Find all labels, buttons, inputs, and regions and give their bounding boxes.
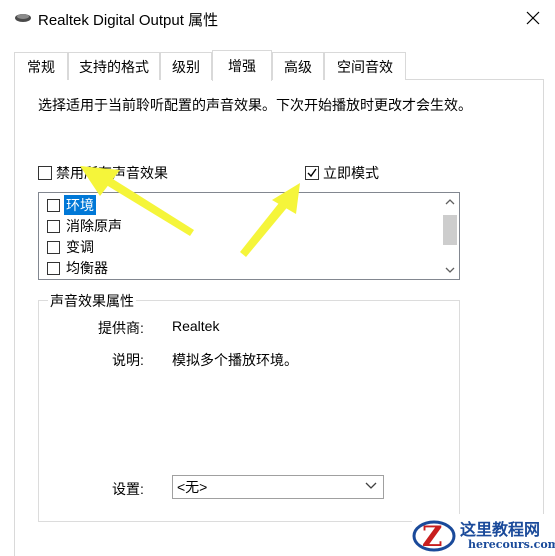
- effect-label: 均衡器: [66, 260, 108, 276]
- tab-general[interactable]: 常规: [14, 52, 68, 80]
- title-bar: Realtek Digital Output 属性: [0, 0, 555, 38]
- provider-label: 提供商:: [98, 320, 144, 336]
- provider-value: Realtek: [172, 318, 220, 334]
- effect-label: 消除原声: [66, 218, 122, 234]
- description-value: 模拟多个播放环境。: [172, 352, 298, 368]
- watermark-url: herecours.com: [468, 538, 555, 551]
- svg-text:Z: Z: [422, 520, 442, 553]
- chevron-up-icon: [445, 199, 455, 205]
- close-icon: [526, 11, 540, 28]
- effect-properties-title: 声音效果属性: [48, 291, 136, 311]
- scrollbar-thumb[interactable]: [443, 215, 457, 245]
- effect-checkbox[interactable]: [47, 198, 60, 212]
- scroll-up-button[interactable]: [441, 193, 459, 211]
- effects-list[interactable]: 环境 消除原声 变调 均衡器: [38, 192, 460, 280]
- tab-enhancements[interactable]: 增强: [212, 50, 272, 81]
- list-item[interactable]: 消除原声: [47, 216, 122, 236]
- settings-label: 设置:: [112, 481, 144, 497]
- effect-label: 环境: [64, 195, 96, 215]
- chevron-down-icon: [445, 267, 455, 273]
- watermark-title: 这里教程网: [460, 520, 541, 539]
- scroll-down-button[interactable]: [441, 261, 459, 279]
- tab-supported-formats[interactable]: 支持的格式: [68, 52, 160, 80]
- tab-levels[interactable]: 级别: [160, 52, 212, 80]
- list-item[interactable]: 均衡器: [47, 258, 108, 278]
- effect-checkbox[interactable]: [47, 261, 60, 275]
- description-label: 说明:: [112, 352, 144, 368]
- checkbox-box[interactable]: [38, 166, 52, 180]
- settings-dropdown[interactable]: <无>: [172, 475, 384, 499]
- immediate-mode-checkbox[interactable]: 立即模式: [305, 163, 379, 183]
- enhancement-description: 选择适用于当前聆听配置的声音效果。下次开始播放时更改才会生效。: [38, 97, 472, 113]
- tab-spatial-sound[interactable]: 空间音效: [324, 52, 406, 80]
- window-title: Realtek Digital Output 属性: [38, 12, 219, 29]
- settings-selected-value: <无>: [177, 479, 208, 495]
- effect-label: 变调: [66, 239, 94, 255]
- effect-checkbox[interactable]: [47, 240, 60, 254]
- speaker-icon: [14, 11, 32, 28]
- list-item[interactable]: 变调: [47, 237, 94, 257]
- checkbox-box-checked[interactable]: [305, 166, 319, 180]
- disable-all-effects-label: 禁用所有声音效果: [56, 165, 168, 181]
- watermark: Z 这里教程网 herecours.com: [412, 514, 555, 556]
- tab-strip: 常规 支持的格式 级别 增强 高级 空间音效: [14, 50, 544, 81]
- immediate-mode-label: 立即模式: [323, 165, 379, 181]
- site-logo-icon: Z: [412, 520, 456, 553]
- vertical-scrollbar[interactable]: [441, 193, 459, 279]
- tab-advanced[interactable]: 高级: [272, 52, 324, 80]
- disable-all-effects-checkbox[interactable]: 禁用所有声音效果: [38, 163, 168, 183]
- close-button[interactable]: [511, 0, 555, 38]
- list-item[interactable]: 环境: [47, 195, 96, 215]
- chevron-down-icon: [365, 482, 377, 489]
- effect-checkbox[interactable]: [47, 219, 60, 233]
